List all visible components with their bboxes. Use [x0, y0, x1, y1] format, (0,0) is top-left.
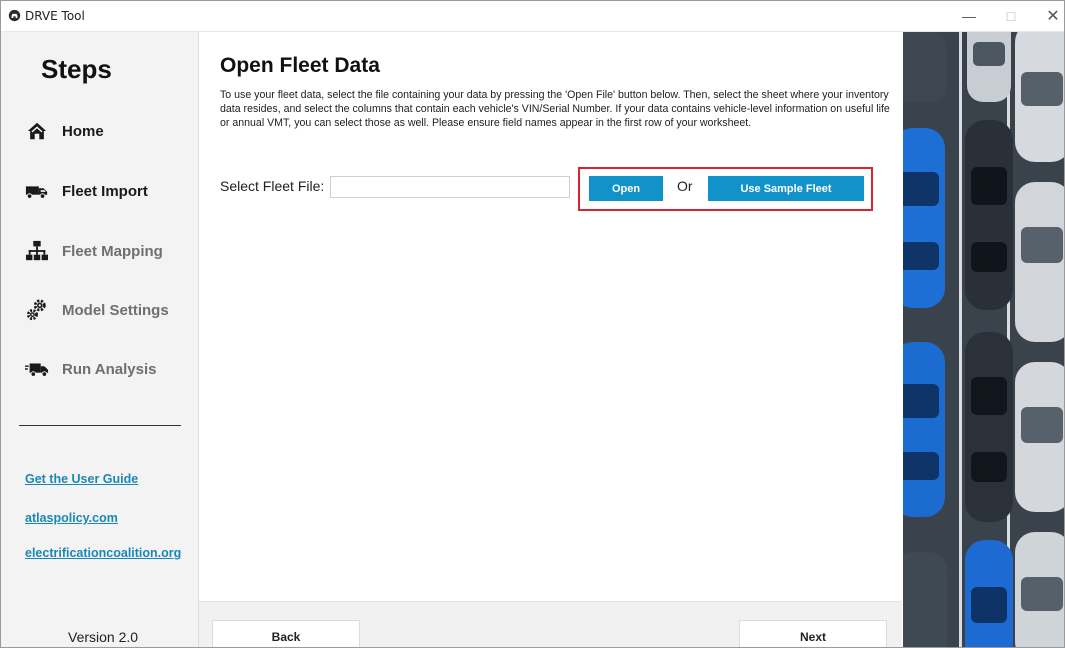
instructions-text: To use your fleet data, select the file …	[220, 89, 890, 129]
title-bar: DRVE Tool — □ ✕	[1, 1, 1064, 32]
minimize-button[interactable]: —	[951, 5, 987, 27]
sidebar-item-run-analysis[interactable]: Run Analysis	[25, 354, 156, 384]
app-window: DRVE Tool — □ ✕ Steps Home Fleet Import …	[0, 0, 1065, 648]
parking-lot-illustration	[903, 32, 1064, 647]
sidebar-item-fleet-mapping[interactable]: Fleet Mapping	[25, 236, 163, 266]
sidebar-item-label: Run Analysis	[62, 360, 157, 378]
sidebar-heading: Steps	[41, 54, 112, 84]
gears-icon	[25, 298, 49, 322]
version-label: Version 2.0	[68, 629, 139, 645]
truck-run-icon	[25, 357, 49, 381]
select-fleet-file-label: Select Fleet File:	[220, 178, 325, 194]
open-file-button[interactable]: Open	[589, 176, 663, 201]
sidebar: Steps Home Fleet Import Fleet Mapping Mo…	[1, 32, 199, 647]
home-icon	[25, 119, 49, 143]
app-logo-icon	[8, 9, 21, 22]
sidebar-item-label: Fleet Mapping	[62, 242, 163, 260]
sidebar-item-label: Model Settings	[62, 301, 169, 319]
window-title: DRVE Tool	[25, 9, 85, 23]
maximize-button[interactable]: □	[993, 5, 1029, 27]
truck-icon	[25, 179, 49, 203]
fleet-file-input[interactable]	[330, 176, 570, 198]
next-button[interactable]: Next	[739, 620, 887, 647]
page-title: Open Fleet Data	[220, 54, 380, 77]
electrification-coalition-link[interactable]: electrificationcoalition.org	[25, 546, 181, 560]
main-panel: Open Fleet Data To use your fleet data, …	[199, 32, 902, 647]
sidebar-divider	[19, 425, 181, 426]
back-button[interactable]: Back	[212, 620, 360, 647]
use-sample-fleet-button[interactable]: Use Sample Fleet	[708, 176, 864, 201]
sidebar-item-model-settings[interactable]: Model Settings	[25, 295, 169, 325]
or-text: Or	[677, 178, 693, 194]
sidebar-item-home[interactable]: Home	[25, 116, 104, 146]
parking-lot-image	[903, 32, 1064, 647]
sidebar-item-fleet-import[interactable]: Fleet Import	[25, 176, 148, 206]
sidebar-item-label: Fleet Import	[62, 182, 148, 200]
close-button[interactable]: ✕	[1035, 5, 1064, 27]
atlaspolicy-link[interactable]: atlaspolicy.com	[25, 511, 118, 525]
sidebar-item-label: Home	[62, 122, 104, 140]
hierarchy-icon	[25, 239, 49, 263]
user-guide-link[interactable]: Get the User Guide	[25, 472, 138, 486]
